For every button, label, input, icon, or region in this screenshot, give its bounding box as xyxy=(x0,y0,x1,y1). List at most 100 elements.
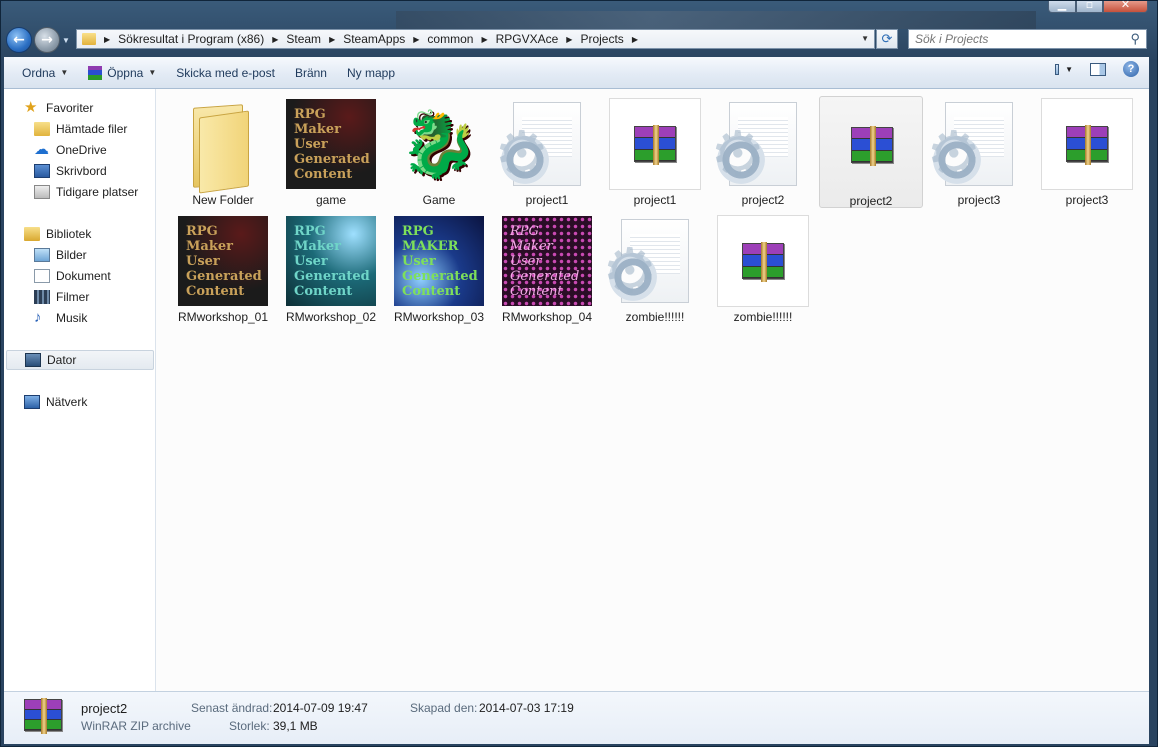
rpgmaker-thumbnail: RPG MAKER User Generated Content xyxy=(394,216,484,306)
nav-item-recent-places[interactable]: Tidigare platser xyxy=(34,182,138,202)
created-value: 2014-07-03 17:19 xyxy=(479,701,574,715)
refresh-icon: ⟳ xyxy=(881,31,893,46)
breadcrumb-search-results[interactable]: Sökresultat i Program (x86) xyxy=(118,32,264,46)
send-email-button[interactable]: Skicka med e-post xyxy=(166,61,285,85)
background-window-strip xyxy=(396,11,1036,29)
breadcrumb-rpgvxace[interactable]: RPGVXAce xyxy=(496,32,559,46)
nav-label: Skrivbord xyxy=(56,164,107,178)
documents-icon xyxy=(34,269,50,283)
file-item[interactable]: zombie!!!!!! xyxy=(602,213,707,325)
new-folder-button[interactable]: Ny mapp xyxy=(337,61,405,85)
nav-item-downloads[interactable]: Hämtade filer xyxy=(34,119,127,139)
organize-button[interactable]: Ordna ▼ xyxy=(12,61,78,85)
thumbnail xyxy=(602,215,701,307)
search-icon[interactable]: ⚲ xyxy=(1130,31,1140,47)
change-view-button[interactable]: ▼ xyxy=(1055,61,1073,77)
thumbnail xyxy=(177,98,269,194)
file-item[interactable]: project3 xyxy=(1035,96,1139,208)
search-box[interactable]: ⚲ xyxy=(908,29,1147,49)
nav-item-computer[interactable]: Dator xyxy=(6,350,154,370)
pictures-icon xyxy=(34,248,50,262)
file-item[interactable]: zombie!!!!!! xyxy=(711,213,815,325)
nav-item-documents[interactable]: Dokument xyxy=(34,266,111,286)
file-item[interactable]: project1 xyxy=(603,96,707,208)
gear-icon xyxy=(602,240,660,304)
thumb-text: RPG xyxy=(294,106,326,122)
address-dropdown-icon[interactable]: ▼ xyxy=(861,34,869,43)
thumb-text: RPG xyxy=(186,223,218,239)
refresh-button[interactable]: ⟳ xyxy=(876,29,898,49)
chevron-right-icon[interactable]: ▶ xyxy=(632,35,638,44)
chevron-down-icon[interactable]: ▼ xyxy=(1065,65,1073,74)
breadcrumb-steam[interactable]: Steam xyxy=(286,32,321,46)
thumbnail: RPG Maker User Generated Content xyxy=(177,215,269,307)
file-list: New Folder RPG Maker User Generated Content … xyxy=(156,89,1149,691)
nav-item-desktop[interactable]: Skrivbord xyxy=(34,161,107,181)
chevron-right-icon[interactable]: ▶ xyxy=(329,35,335,44)
chevron-right-icon[interactable]: ▶ xyxy=(413,35,419,44)
nav-item-videos[interactable]: Filmer xyxy=(34,287,89,307)
file-item[interactable]: RPG Maker User Generated Content RMworkshop_… xyxy=(279,213,383,325)
nav-item-favorites[interactable]: ★ Favoriter xyxy=(24,98,93,118)
breadcrumb-common[interactable]: common xyxy=(427,32,473,46)
thumbnail xyxy=(710,98,809,190)
file-item[interactable]: RPG Maker User Generated Content RMworkshop_… xyxy=(495,213,599,325)
dragon-icon: 🐉 xyxy=(399,107,479,182)
help-icon[interactable]: ? xyxy=(1123,61,1139,77)
chevron-right-icon[interactable]: ▶ xyxy=(481,35,487,44)
file-item-selected[interactable]: project2 xyxy=(819,96,923,208)
chevron-right-icon[interactable]: ▶ xyxy=(272,35,278,44)
size-label: Storlek: xyxy=(229,719,270,733)
nav-item-music[interactable]: ♪ Musik xyxy=(34,308,87,328)
nav-label: Dokument xyxy=(56,269,111,283)
maximize-button[interactable]: ▫ xyxy=(1076,0,1103,13)
back-button[interactable]: ← xyxy=(6,27,32,53)
minimize-button[interactable]: ▁ xyxy=(1048,0,1076,13)
file-item[interactable]: RPG Maker User Generated Content game xyxy=(279,96,383,208)
breadcrumb-projects[interactable]: Projects xyxy=(580,32,623,46)
config-file-icon xyxy=(602,219,689,304)
thumbnail xyxy=(1041,98,1133,190)
breadcrumb-steamapps[interactable]: SteamApps xyxy=(343,32,405,46)
config-file-icon xyxy=(926,102,1013,187)
burn-label: Bränn xyxy=(294,65,327,80)
file-item[interactable]: RPG Maker User Generated Content RMworkshop_… xyxy=(171,213,275,325)
thumbnail xyxy=(826,99,918,191)
file-item[interactable]: project2 xyxy=(710,96,815,208)
thumb-text: Generated xyxy=(294,151,370,167)
nav-item-network[interactable]: Nätverk xyxy=(24,392,87,412)
recent-pages-dropdown[interactable]: ▼ xyxy=(62,36,70,45)
preview-pane-button[interactable] xyxy=(1089,61,1107,77)
file-item[interactable]: RPG MAKER User Generated Content RMworkshop_… xyxy=(387,213,491,325)
file-item[interactable]: project3 xyxy=(926,96,1031,208)
search-input[interactable] xyxy=(915,32,1125,46)
nav-item-libraries[interactable]: Bibliotek xyxy=(24,224,91,244)
burn-button[interactable]: Bränn xyxy=(285,61,337,85)
downloads-folder-icon xyxy=(34,122,50,136)
chevron-right-icon[interactable]: ▶ xyxy=(566,35,572,44)
nav-item-pictures[interactable]: Bilder xyxy=(34,245,87,265)
winrar-icon xyxy=(634,125,676,165)
file-name: project3 xyxy=(1065,193,1109,207)
thumb-text: Content xyxy=(294,166,353,182)
address-bar[interactable]: ▶ Sökresultat i Program (x86) ▶ Steam ▶ … xyxy=(76,29,875,49)
file-name: RMworkshop_02 xyxy=(285,310,377,324)
file-item[interactable]: project1 xyxy=(494,96,599,208)
nav-item-onedrive[interactable]: ☁ OneDrive xyxy=(34,140,107,160)
file-item[interactable]: 🐉 Game xyxy=(387,96,491,208)
file-name: game xyxy=(315,193,347,207)
thumbnail: RPG Maker User Generated Content xyxy=(285,98,377,190)
star-icon: ★ xyxy=(24,99,38,116)
winrar-icon xyxy=(24,698,62,734)
close-button[interactable]: ✕ xyxy=(1103,0,1148,13)
command-bar: Ordna ▼ Öppna ▼ Skicka med e-post Bränn … xyxy=(4,57,1149,89)
file-item[interactable]: New Folder xyxy=(171,96,275,208)
gear-icon xyxy=(710,123,768,187)
thumb-text: RPG xyxy=(402,223,434,239)
forward-button[interactable]: → xyxy=(34,27,60,53)
chevron-right-icon[interactable]: ▶ xyxy=(104,35,110,44)
open-button[interactable]: Öppna ▼ xyxy=(78,61,166,85)
cloud-icon: ☁ xyxy=(34,141,49,158)
details-file-type: WinRAR ZIP archive xyxy=(81,719,191,733)
thumb-text: Maker xyxy=(294,121,341,137)
